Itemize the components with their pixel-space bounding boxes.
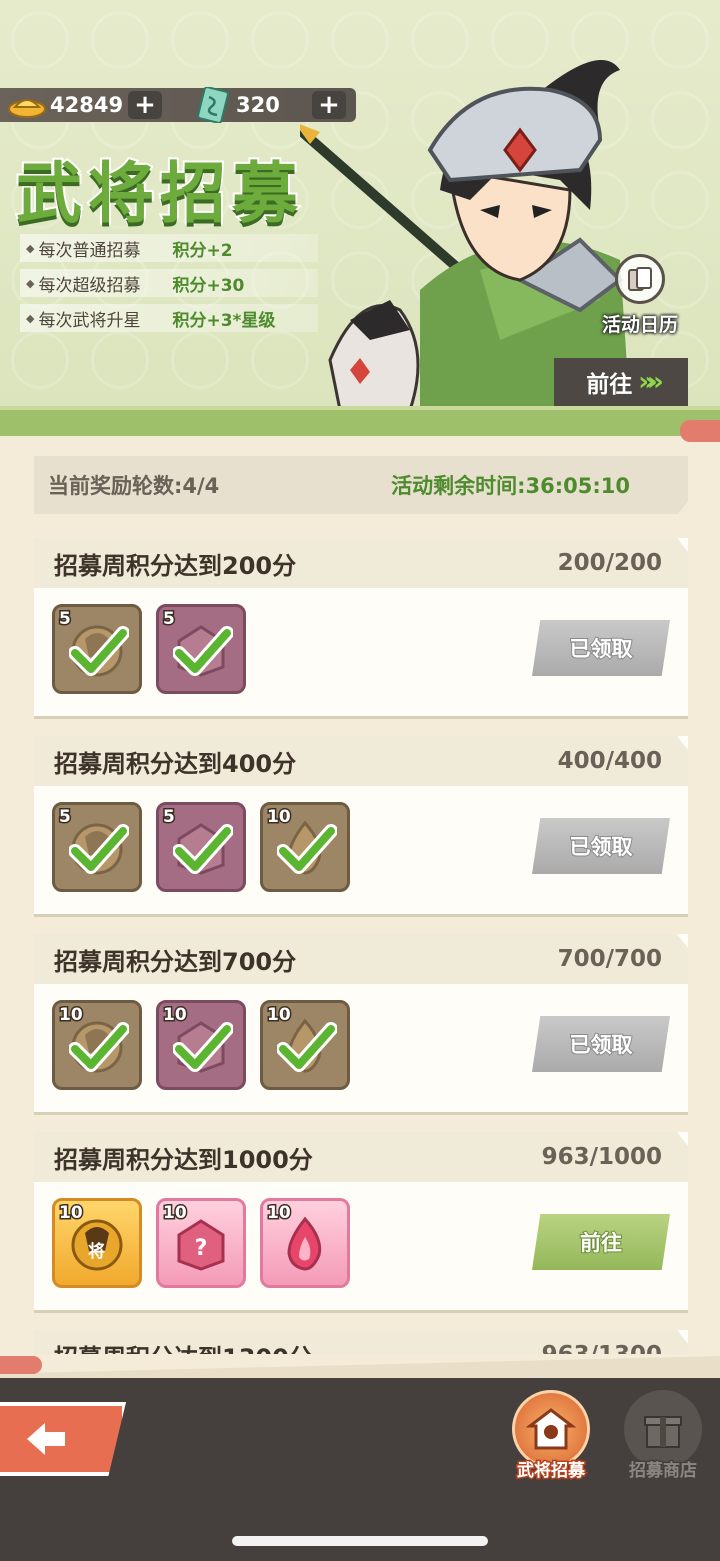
milestone-list[interactable]: 招募周积分达到200分 200/200 5 5 已领取 招募周积分达到400分 … — [0, 530, 720, 1354]
event-time-left: 活动剩余时间:36:05:10 — [391, 474, 630, 498]
diamond-bullet-icon: ◆ — [26, 276, 35, 290]
milestone-title: 招募周积分达到700分 — [54, 947, 297, 976]
milestone-card: 招募周积分达到400分 400/400 5 5 10 已领取 — [34, 736, 688, 914]
gold-ingot-icon — [4, 88, 50, 122]
claimed-button[interactable]: 已领取 — [532, 620, 670, 676]
hero-character-art — [300, 60, 630, 410]
milestone-card: 招募周积分达到200分 200/200 5 5 已领取 — [34, 538, 688, 716]
tab-recruit[interactable]: 武将招募 — [496, 1390, 606, 1490]
tab-label: 武将招募 — [516, 1460, 587, 1483]
milestone-title: 招募周积分达到1300分 — [54, 1338, 313, 1355]
rule-points: 积分+30 — [172, 275, 245, 296]
reward-info-bar: 当前奖励轮数:4/4 活动剩余时间:36:05:10 — [34, 456, 688, 514]
add-token-button[interactable]: + — [312, 91, 346, 119]
reward-count: 10 — [162, 1202, 189, 1225]
nav-divider-accent — [0, 1356, 42, 1374]
reward-item[interactable]: 10 — [260, 1198, 350, 1288]
back-button[interactable] — [0, 1402, 126, 1476]
rule-points: 积分+3*星级 — [172, 310, 276, 331]
milestone-header: 招募周积分达到1000分 963/1000 — [34, 1132, 688, 1182]
milestone-progress: 963/1000 — [541, 1144, 662, 1170]
event-banner: 42849 + 320 + 武将招募 ◆ 每次普通招募 积分+2 ◆ 每次超级招… — [0, 0, 720, 430]
milestone-title: 招募周积分达到1000分 — [54, 1145, 313, 1174]
milestone-header: 招募周积分达到400分 400/400 — [34, 736, 688, 786]
diamond-bullet-icon: ◆ — [26, 241, 35, 255]
rule-row: ◆ 每次普通招募 积分+2 — [20, 234, 318, 262]
milestone-progress: 200/200 — [557, 550, 662, 576]
checkmark-icon — [69, 824, 129, 874]
reward-item[interactable]: ? 10 — [156, 1198, 246, 1288]
reward-item[interactable]: 5 — [52, 802, 142, 892]
reward-count: 10 — [266, 1202, 293, 1225]
arrow-left-icon — [27, 1423, 65, 1455]
currency-bar: 42849 + 320 + — [0, 87, 356, 123]
checkmark-icon — [277, 824, 337, 874]
double-chevron-right-icon: »» — [638, 367, 663, 397]
reward-item[interactable]: 5 — [156, 604, 246, 694]
checkmark-icon — [69, 1022, 129, 1072]
goto-label: 前往 — [586, 372, 633, 398]
token-character: 将 — [88, 1242, 105, 1262]
rule-row: ◆ 每次超级招募 积分+30 — [20, 269, 318, 297]
claimed-button[interactable]: 已领取 — [532, 818, 670, 874]
activity-calendar-button[interactable]: 活动日历 — [592, 254, 688, 338]
rule-row: ◆ 每次武将升星 积分+3*星级 — [20, 304, 318, 332]
rule-points: 积分+2 — [172, 240, 233, 261]
event-title: 武将招募 — [14, 153, 304, 234]
reward-count: 10 — [58, 1202, 85, 1225]
reward-item[interactable]: 10 — [52, 1000, 142, 1090]
reward-item[interactable]: 10 — [156, 1000, 246, 1090]
milestone-header: 招募周积分达到700分 700/700 — [34, 934, 688, 984]
calendar-label: 活动日历 — [601, 314, 678, 336]
reward-item[interactable]: 10 — [260, 1000, 350, 1090]
milestone-title: 招募周积分达到200分 — [54, 551, 297, 580]
diamond-bullet-icon: ◆ — [26, 311, 35, 325]
reward-item[interactable]: 5 — [52, 604, 142, 694]
gold-value: 42849 — [50, 93, 124, 117]
rule-label: 每次超级招募 — [38, 275, 141, 296]
milestone-progress: 963/1300 — [542, 1342, 662, 1354]
checkmark-icon — [173, 824, 233, 874]
gold-currency: 42849 + — [4, 88, 162, 122]
reward-rounds: 当前奖励轮数:4/4 — [48, 474, 220, 498]
banner-divider-accent — [680, 420, 720, 442]
milestone-card: 招募周积分达到1300分 963/1300 — [34, 1330, 688, 1354]
reward-item[interactable]: 10 — [260, 802, 350, 892]
checkmark-icon — [69, 626, 129, 676]
add-gold-button[interactable]: + — [128, 91, 162, 119]
checkmark-icon — [173, 1022, 233, 1072]
checkmark-icon — [277, 1022, 337, 1072]
calendar-cards-icon — [615, 254, 665, 304]
milestone-card: 招募周积分达到700分 700/700 10 10 10 已领取 — [34, 934, 688, 1112]
jade-token-icon — [190, 87, 236, 123]
milestone-title: 招募周积分达到400分 — [54, 749, 297, 778]
milestone-header: 招募周积分达到1300分 963/1300 — [34, 1330, 688, 1354]
goto-button[interactable]: 前往 — [532, 1214, 670, 1270]
rule-label: 每次普通招募 — [38, 240, 141, 261]
claimed-button[interactable]: 已领取 — [532, 1016, 670, 1072]
token-value: 320 — [236, 93, 280, 117]
milestone-header: 招募周积分达到200分 200/200 — [34, 538, 688, 588]
milestone-progress: 400/400 — [557, 748, 662, 774]
checkmark-icon — [173, 626, 233, 676]
milestone-progress: 700/700 — [557, 946, 662, 972]
tab-label: 招募商店 — [628, 1460, 699, 1483]
rule-label: 每次武将升星 — [38, 310, 141, 331]
home-indicator[interactable] — [232, 1536, 488, 1546]
banner-goto-button[interactable]: 前往 »» — [554, 358, 688, 406]
token-currency: 320 + — [190, 87, 346, 123]
reward-item[interactable]: 5 — [156, 802, 246, 892]
milestone-card: 招募周积分达到1000分 963/1000 将 10 ? 10 10 前往 — [34, 1132, 688, 1310]
tab-recruit-shop[interactable]: 招募商店 — [608, 1390, 718, 1490]
reward-item[interactable]: 将 10 — [52, 1198, 142, 1288]
bottom-nav: 武将招募 招募商店 — [0, 1378, 720, 1561]
banner-divider — [0, 406, 720, 436]
svg-text:?: ? — [195, 1236, 208, 1261]
